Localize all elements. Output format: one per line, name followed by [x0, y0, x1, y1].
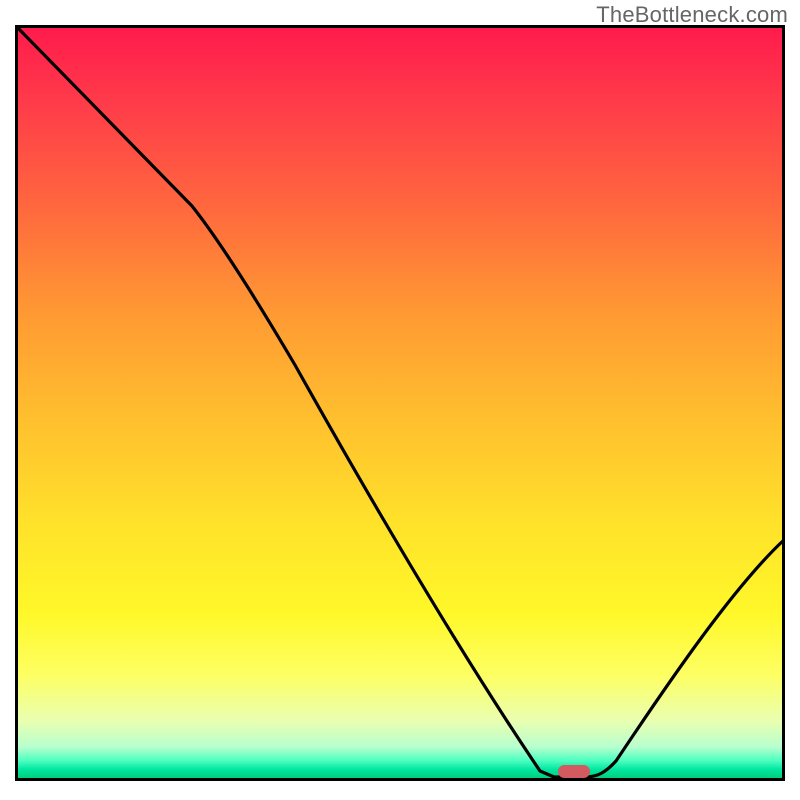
watermark-text: TheBottleneck.com: [596, 2, 788, 28]
optimal-point-marker: [558, 765, 590, 778]
plot-area: [15, 25, 785, 781]
bottleneck-curve: [15, 25, 785, 781]
